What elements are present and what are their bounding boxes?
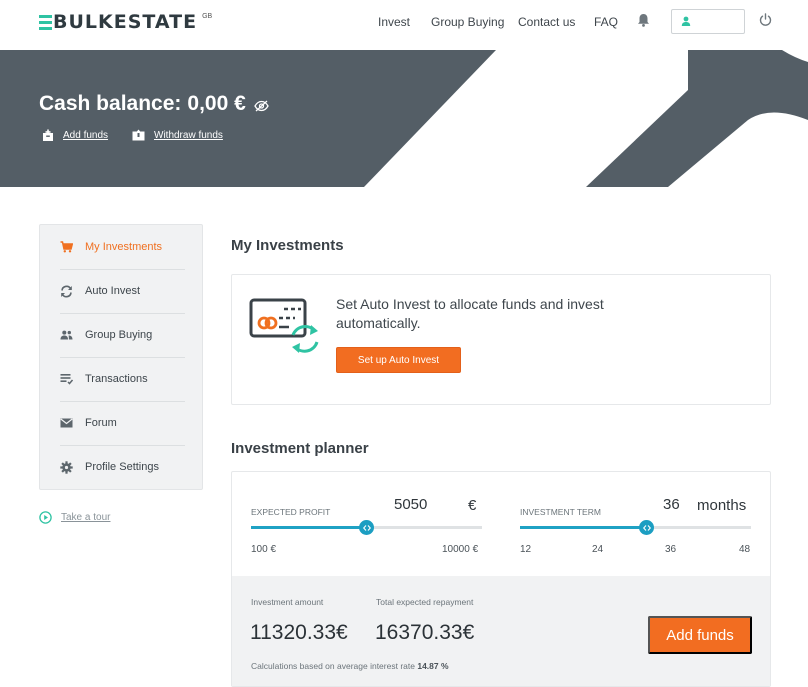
mail-icon <box>60 417 73 430</box>
nav-contact-us[interactable]: Contact us <box>518 15 575 29</box>
sidebar-label-my-investments: My Investments <box>85 241 163 253</box>
interest-rate-value: 14.87 % <box>417 661 449 671</box>
nav-invest[interactable]: Invest <box>378 15 410 29</box>
total-repayment-label: Total expected repayment <box>376 597 474 607</box>
user-icon <box>681 16 691 26</box>
logo-country: GB <box>202 13 213 20</box>
sidebar-label-transactions: Transactions <box>85 373 148 385</box>
withdraw-funds-label: Withdraw funds <box>154 129 223 141</box>
nav-group-buying[interactable]: Group Buying <box>431 15 504 29</box>
group-icon <box>60 329 73 342</box>
arrows-horizontal-icon <box>362 524 371 531</box>
logo-mark <box>39 15 52 30</box>
planner-title: Investment planner <box>231 440 369 457</box>
interest-rate-note: Calculations based on average interest r… <box>251 661 449 671</box>
cash-balance-value: 0,00 € <box>187 92 246 115</box>
term-tick-48: 48 <box>739 544 751 555</box>
sidebar-label-forum: Forum <box>85 417 117 429</box>
take-a-tour-label: Take a tour <box>61 512 111 523</box>
transactions-icon <box>60 373 73 386</box>
investment-planner-card: EXPECTED PROFIT 5050 € 100 € 10000 € INV… <box>231 471 771 687</box>
take-a-tour-link[interactable]: Take a tour <box>39 511 110 524</box>
gear-icon <box>60 460 73 474</box>
wallet-add-icon <box>43 129 53 141</box>
wallet-withdraw-icon <box>132 129 145 141</box>
hero-decoration <box>364 50 808 187</box>
profit-min-label: 100 € <box>251 544 277 555</box>
planner-results: Investment amount 11320.33€ Total expect… <box>232 576 770 686</box>
refresh-icon <box>60 285 73 298</box>
brand-logo[interactable]: BULKESTATE GB <box>39 12 212 32</box>
user-menu[interactable] <box>671 9 745 34</box>
power-icon[interactable] <box>759 13 772 26</box>
cash-balance: Cash balance: 0,00 € <box>39 92 269 116</box>
sidebar-label-group-buying: Group Buying <box>85 329 153 341</box>
bell-icon[interactable] <box>637 13 650 27</box>
auto-invest-illustration-icon <box>249 298 319 353</box>
term-slider-handle[interactable] <box>639 520 654 535</box>
sidebar-item-transactions[interactable]: Transactions <box>60 357 185 401</box>
cart-icon <box>60 241 73 254</box>
profit-slider-fill <box>251 526 367 529</box>
page-title: My Investments <box>231 237 344 254</box>
arrows-horizontal-icon <box>642 524 651 531</box>
set-up-auto-invest-button[interactable]: Set up Auto Invest <box>336 347 461 373</box>
investment-term-value[interactable]: 36 <box>663 496 680 513</box>
add-funds-link[interactable]: Add funds <box>42 129 108 142</box>
expected-profit-label: EXPECTED PROFIT <box>251 507 331 517</box>
investment-amount-value: 11320.33€ <box>250 621 348 644</box>
nav-faq[interactable]: FAQ <box>594 15 618 29</box>
interest-rate-note-text: Calculations based on average interest r… <box>251 661 415 671</box>
total-repayment-value: 16370.33€ <box>375 621 475 644</box>
investment-term-unit: months <box>697 497 747 514</box>
expected-profit-unit: € <box>468 497 477 514</box>
expected-profit-value[interactable]: 5050 <box>394 496 427 513</box>
auto-invest-description: Set Auto Invest to allocate funds and in… <box>336 296 604 331</box>
add-funds-button[interactable]: Add funds <box>648 616 752 654</box>
cash-balance-label: Cash balance: <box>39 92 182 115</box>
top-navigation: BULKESTATE GB Invest Group Buying Contac… <box>0 0 808 50</box>
sidebar-item-my-investments[interactable]: My Investments <box>60 225 185 269</box>
sidebar-menu: My Investments Auto Invest Group Buying … <box>39 224 203 490</box>
sidebar-item-auto-invest[interactable]: Auto Invest <box>60 269 185 313</box>
logo-text: BULKESTATE <box>53 11 198 33</box>
term-tick-24: 24 <box>592 544 604 555</box>
term-tick-36: 36 <box>665 544 677 555</box>
add-funds-label: Add funds <box>63 130 109 141</box>
term-slider-fill <box>520 526 647 529</box>
investment-amount-label: Investment amount <box>251 597 324 607</box>
sidebar-item-forum[interactable]: Forum <box>60 401 185 445</box>
hero-banner: Cash balance: 0,00 € Add funds Withdraw … <box>0 50 808 187</box>
term-tick-12: 12 <box>520 544 532 555</box>
profit-slider-handle[interactable] <box>359 520 374 535</box>
withdraw-funds-link[interactable]: Withdraw funds <box>132 129 223 141</box>
sidebar-item-group-buying[interactable]: Group Buying <box>60 313 185 357</box>
play-circle-icon <box>39 511 52 524</box>
sidebar-item-profile-settings[interactable]: Profile Settings <box>60 445 185 489</box>
auto-invest-card: Set Auto Invest to allocate funds and in… <box>231 274 771 405</box>
sidebar-label-auto-invest: Auto Invest <box>85 285 141 297</box>
sidebar-label-profile-settings: Profile Settings <box>85 461 159 473</box>
investment-term-label: INVESTMENT TERM <box>520 507 601 517</box>
eye-slash-icon[interactable] <box>254 100 269 112</box>
profit-max-label: 10000 € <box>442 544 479 555</box>
